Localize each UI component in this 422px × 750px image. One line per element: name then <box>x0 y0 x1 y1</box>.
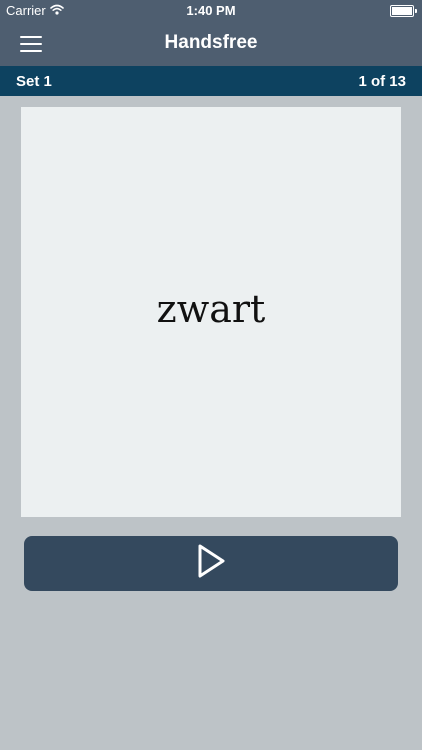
status-time: 1:40 PM <box>186 3 236 18</box>
battery-fill <box>392 7 412 15</box>
status-bar: Carrier 1:40 PM <box>0 0 422 22</box>
nav-bar: Handsfree <box>0 22 422 66</box>
top-area: Carrier 1:40 PM Handsfree <box>0 0 422 66</box>
flashcard-word: zwart <box>156 287 266 331</box>
battery-icon <box>390 5 417 17</box>
play-icon <box>196 543 226 584</box>
set-progress: 1 of 13 <box>358 73 406 90</box>
page-title: Handsfree <box>164 32 258 53</box>
flashcard[interactable]: zwart <box>21 107 401 517</box>
set-name: Set 1 <box>16 73 52 90</box>
set-bar: Set 1 1 of 13 <box>0 66 422 96</box>
play-button[interactable] <box>24 536 398 591</box>
